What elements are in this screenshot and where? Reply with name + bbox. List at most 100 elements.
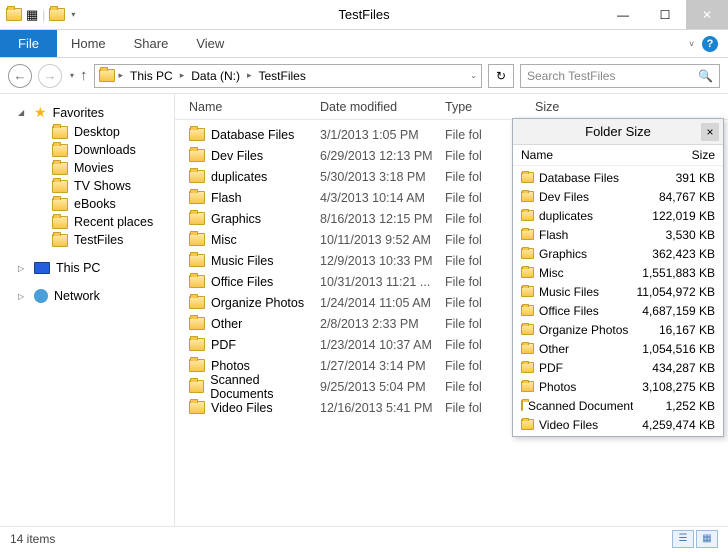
popup-row[interactable]: Graphics362,423 KB	[513, 244, 723, 263]
sidebar-item[interactable]: TestFiles	[0, 231, 174, 249]
file-date: 8/16/2013 12:15 PM	[320, 212, 445, 226]
properties-icon[interactable]: ▦	[26, 7, 38, 23]
popup-row-size: 1,252 KB	[633, 399, 715, 413]
file-date: 12/9/2013 10:33 PM	[320, 254, 445, 268]
search-icon[interactable]: 🔍	[698, 69, 713, 83]
popup-row[interactable]: duplicates122,019 KB	[513, 206, 723, 225]
help-icon[interactable]: ?	[702, 36, 718, 52]
divider: |	[42, 8, 45, 22]
file-tab[interactable]: File	[0, 30, 57, 57]
file-name: Video Files	[211, 401, 273, 415]
titlebar: ▦ | ▾ TestFiles — ☐ ✕	[0, 0, 728, 30]
tab-view[interactable]: View	[182, 30, 238, 57]
back-button[interactable]: ←	[8, 64, 32, 88]
up-button[interactable]: ↑	[80, 67, 88, 84]
sidebar-item-label: Recent places	[74, 215, 153, 229]
refresh-button[interactable]: ↻	[488, 64, 514, 88]
header-date[interactable]: Date modified	[320, 100, 445, 114]
breadcrumb-thispc[interactable]: This PC	[127, 69, 176, 83]
popup-row[interactable]: Organize Photos16,167 KB	[513, 320, 723, 339]
forward-button[interactable]: →	[38, 64, 62, 88]
search-input[interactable]: Search TestFiles 🔍	[520, 64, 720, 88]
address-dropdown-icon[interactable]: ⌄	[470, 71, 477, 80]
icons-view-button[interactable]: ▦	[696, 530, 718, 548]
popup-row[interactable]: Scanned Documents1,252 KB	[513, 396, 723, 415]
popup-row[interactable]: Music Files11,054,972 KB	[513, 282, 723, 301]
collapse-icon[interactable]: ◢	[18, 108, 28, 117]
minimize-button[interactable]: —	[602, 0, 644, 29]
sidebar-item[interactable]: TV Shows	[0, 177, 174, 195]
popup-row-name: Database Files	[539, 171, 619, 185]
file-name: Photos	[211, 359, 250, 373]
popup-row-size: 4,259,474 KB	[633, 418, 715, 432]
app-icon[interactable]	[6, 8, 22, 21]
history-dropdown-icon[interactable]: ▾	[70, 71, 74, 80]
popup-row-size: 4,687,159 KB	[633, 304, 715, 318]
sidebar-item-label: TV Shows	[74, 179, 131, 193]
sidebar-item-label: eBooks	[74, 197, 116, 211]
popup-row[interactable]: PDF434,287 KB	[513, 358, 723, 377]
close-button[interactable]: ✕	[686, 0, 728, 29]
favorites-label: Favorites	[53, 106, 104, 120]
file-date: 1/27/2014 3:14 PM	[320, 359, 445, 373]
popup-row[interactable]: Flash3,530 KB	[513, 225, 723, 244]
popup-row-size: 362,423 KB	[633, 247, 715, 261]
sidebar-item[interactable]: Downloads	[0, 141, 174, 159]
qat-dropdown-icon[interactable]: ▾	[71, 10, 75, 19]
sidebar-item[interactable]: eBooks	[0, 195, 174, 213]
sidebar-network[interactable]: ▷ Network	[0, 287, 174, 305]
header-size[interactable]: Size	[535, 100, 728, 114]
maximize-button[interactable]: ☐	[644, 0, 686, 29]
sidebar-item-label: TestFiles	[74, 233, 123, 247]
chevron-right-icon[interactable]: ▸	[117, 70, 126, 81]
folder-icon	[52, 126, 68, 139]
sidebar-item[interactable]: Desktop	[0, 123, 174, 141]
tab-share[interactable]: Share	[120, 30, 183, 57]
breadcrumb-drive[interactable]: Data (N:)	[188, 69, 243, 83]
popup-close-button[interactable]: ×	[701, 123, 719, 141]
popup-header-name[interactable]: Name	[521, 148, 635, 162]
ribbon-expand-icon[interactable]: ⅴ	[689, 39, 694, 48]
expand-icon[interactable]: ▷	[18, 292, 28, 301]
popup-row-name: Organize Photos	[539, 323, 628, 337]
popup-row[interactable]: Video Files4,259,474 KB	[513, 415, 723, 434]
breadcrumb-folder[interactable]: TestFiles	[255, 69, 308, 83]
folder-icon	[52, 216, 68, 229]
sidebar-item[interactable]: Recent places	[0, 213, 174, 231]
folder-icon	[521, 381, 534, 392]
folder-icon	[521, 362, 534, 373]
header-name[interactable]: Name	[175, 100, 320, 114]
sidebar-thispc[interactable]: ▷ This PC	[0, 259, 174, 277]
details-view-button[interactable]: ☰	[672, 530, 694, 548]
popup-list: Database Files391 KBDev Files84,767 KBdu…	[513, 166, 723, 436]
folder-icon	[189, 212, 205, 225]
address-bar[interactable]: ▸ This PC ▸ Data (N:) ▸ TestFiles ⌄	[94, 64, 482, 88]
popup-row-name: Misc	[539, 266, 564, 280]
popup-row[interactable]: Database Files391 KB	[513, 168, 723, 187]
header-type[interactable]: Type	[445, 100, 535, 114]
sidebar: ◢ ★ Favorites DesktopDownloadsMovies TV S…	[0, 94, 175, 526]
popup-row[interactable]: Misc1,551,883 KB	[513, 263, 723, 282]
file-date: 2/8/2013 2:33 PM	[320, 317, 445, 331]
sidebar-favorites[interactable]: ◢ ★ Favorites	[0, 102, 174, 123]
chevron-right-icon[interactable]: ▸	[178, 70, 187, 81]
column-headers: Name Date modified Type Size	[175, 94, 728, 120]
expand-icon[interactable]: ▷	[18, 264, 28, 273]
chevron-right-icon[interactable]: ▸	[245, 70, 254, 81]
file-name: Dev Files	[211, 149, 263, 163]
new-folder-icon[interactable]	[49, 8, 65, 21]
popup-row[interactable]: Other1,054,516 KB	[513, 339, 723, 358]
folder-icon	[521, 400, 523, 411]
folder-icon	[52, 234, 68, 247]
sidebar-item[interactable]: Movies	[0, 159, 174, 177]
pc-icon	[34, 262, 50, 274]
popup-row-size: 1,054,516 KB	[633, 342, 715, 356]
file-date: 12/16/2013 5:41 PM	[320, 401, 445, 415]
tab-home[interactable]: Home	[57, 30, 120, 57]
file-date: 4/3/2013 10:14 AM	[320, 191, 445, 205]
popup-titlebar[interactable]: Folder Size ×	[513, 119, 723, 145]
popup-header-size[interactable]: Size	[635, 148, 715, 162]
popup-row[interactable]: Office Files4,687,159 KB	[513, 301, 723, 320]
popup-row[interactable]: Photos3,108,275 KB	[513, 377, 723, 396]
popup-row[interactable]: Dev Files84,767 KB	[513, 187, 723, 206]
